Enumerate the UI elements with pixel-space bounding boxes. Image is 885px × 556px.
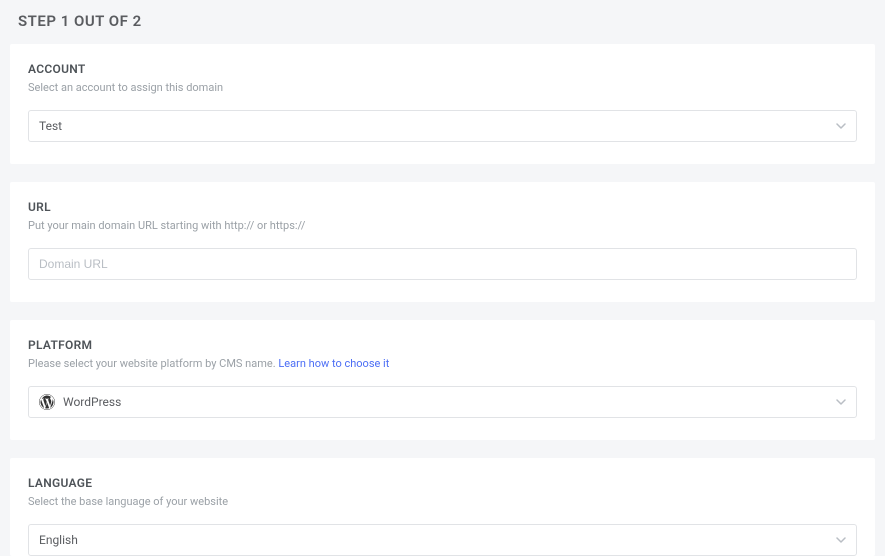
platform-hint-link[interactable]: Learn how to choose it <box>278 357 389 370</box>
chevron-down-icon <box>836 535 846 545</box>
language-card: LANGUAGE Select the base language of you… <box>10 458 875 556</box>
account-select[interactable]: Test <box>28 110 857 142</box>
account-selected-value: Test <box>39 119 62 133</box>
chevron-down-icon <box>836 121 846 131</box>
platform-selected-value: WordPress <box>63 395 121 409</box>
platform-hint: Please select your website platform by C… <box>28 357 857 370</box>
account-card: ACCOUNT Select an account to assign this… <box>10 44 875 164</box>
platform-hint-text: Please select your website platform by C… <box>28 357 278 370</box>
url-hint: Put your main domain URL starting with h… <box>28 219 857 232</box>
platform-select[interactable]: WordPress <box>28 386 857 418</box>
language-label: LANGUAGE <box>28 476 857 490</box>
platform-card: PLATFORM Please select your website plat… <box>10 320 875 440</box>
url-label: URL <box>28 200 857 214</box>
page-title: STEP 1 OUT OF 2 <box>18 12 875 30</box>
platform-label: PLATFORM <box>28 338 857 352</box>
url-input[interactable] <box>28 248 857 280</box>
language-hint: Select the base language of your website <box>28 495 857 508</box>
account-hint: Select an account to assign this domain <box>28 81 857 94</box>
language-selected-value: English <box>39 533 78 547</box>
url-card: URL Put your main domain URL starting wi… <box>10 182 875 302</box>
wordpress-icon <box>39 394 55 410</box>
chevron-down-icon <box>836 397 846 407</box>
language-select[interactable]: English <box>28 524 857 556</box>
account-label: ACCOUNT <box>28 62 857 76</box>
